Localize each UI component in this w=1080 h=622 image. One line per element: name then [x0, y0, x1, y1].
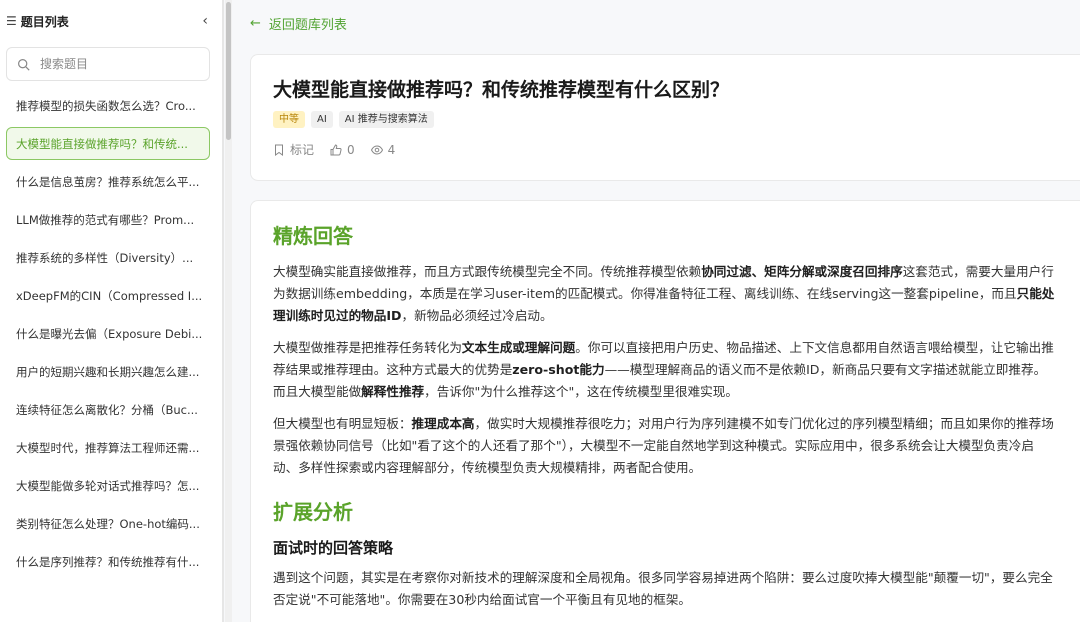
arrow-left-icon: ← [250, 16, 261, 31]
list-item[interactable]: 类别特征怎么处理？One-hot编码... [6, 507, 210, 540]
view-count-display: 4 [370, 142, 396, 157]
answer-paragraph: 大模型确实能直接做推荐，而且方式跟传统模型完全不同。传统推荐模型依赖协同过滤、矩… [273, 261, 1058, 327]
difficulty-tag: 中等 [273, 111, 305, 128]
scrollbar-thumb[interactable] [226, 2, 231, 140]
list-item[interactable]: 什么是信息茧房？推荐系统怎么平... [6, 165, 210, 198]
category-tag: AI 推荐与搜索算法 [338, 111, 434, 128]
bookmark-label: 标记 [290, 143, 315, 157]
back-label: 返回题库列表 [268, 18, 347, 33]
list-item-active[interactable]: 大模型能直接做推荐吗？和传统... [6, 127, 210, 160]
view-count: 4 [387, 142, 396, 157]
bookmark-icon [275, 144, 283, 156]
bold-text: zero-shot能力 [512, 362, 605, 377]
list-item[interactable]: xDeepFM的CIN（Compressed I... [6, 279, 210, 312]
question-meta: 标记 0 4 [273, 141, 1067, 158]
subsection-title: 面试时的回答策略 [273, 539, 394, 557]
question-header-card: 大模型能直接做推荐吗？和传统推荐模型有什么区别？ 中等 AI AI 推荐与搜索算… [250, 54, 1080, 181]
list-icon: ☰ [6, 14, 17, 28]
thumbs-up-icon [330, 143, 342, 155]
category-tag: AI [311, 111, 333, 128]
sidebar: ☰ 题目列表 ‹ 推荐模型的损失函数怎么选？Cro... 大模型能直接做推荐吗？… [0, 0, 222, 622]
bold-text: 协同过滤、矩阵分解或深度召回排序 [701, 264, 903, 279]
search-box[interactable] [6, 47, 210, 81]
list-item[interactable]: 推荐模型的损失函数怎么选？Cro... [6, 89, 210, 122]
text: 大模型确实能直接做推荐，而且方式跟传统模型完全不同。传统推荐模型依赖 [273, 264, 702, 279]
search-icon [18, 58, 30, 71]
list-item[interactable]: 大模型时代，推荐算法工程师还需... [6, 431, 210, 464]
section-title-extended-analysis: 扩展分析 [273, 500, 353, 524]
question-title: 大模型能直接做推荐吗？和传统推荐模型有什么区别？ [273, 79, 730, 101]
text: 但大模型也有明显短板： [273, 416, 412, 431]
bold-text: 推理成本高 [411, 416, 475, 431]
tag-list: 中等 AI AI 推荐与搜索算法 [273, 111, 1067, 128]
list-item[interactable]: 什么是曝光去偏（Exposure Debi... [6, 317, 210, 350]
sidebar-divider[interactable] [222, 0, 224, 622]
bold-text: 文本生成或理解问题 [461, 340, 576, 355]
list-item[interactable]: LLM做推荐的范式有哪些？Prom... [6, 203, 210, 236]
text: ，告诉你"为什么推荐这个"，这在传统模型里很难实现。 [424, 384, 738, 399]
answer-paragraph: 但大模型也有明显短板：推理成本高，做实时大规模推荐很吃力；对用户行为序列建模不如… [273, 413, 1058, 479]
question-list: 推荐模型的损失函数怎么选？Cro... 大模型能直接做推荐吗？和传统... 什么… [0, 89, 222, 578]
text: ，新物品必须经过冷启动。 [401, 308, 553, 323]
like-count: 0 [347, 142, 355, 157]
text: 大模型做推荐是把推荐任务转化为 [273, 340, 462, 355]
list-item[interactable]: 大模型能做多轮对话式推荐吗？怎... [6, 469, 210, 502]
like-button[interactable]: 0 [330, 143, 355, 157]
back-link[interactable]: ← 返回题库列表 [250, 14, 347, 33]
bookmark-button[interactable]: 标记 [273, 141, 314, 158]
scrollbar[interactable] [225, 0, 232, 622]
sidebar-title: 题目列表 [20, 14, 69, 29]
section-title-refined-answer: 精炼回答 [273, 224, 353, 248]
chevron-left-icon[interactable]: ‹ [196, 13, 214, 29]
bold-text: 解释性推荐 [361, 384, 425, 399]
answer-card: 精炼回答 大模型确实能直接做推荐，而且方式跟传统模型完全不同。传统推荐模型依赖协… [250, 200, 1080, 622]
list-item[interactable]: 连续特征怎么离散化？分桶（Buc... [6, 393, 210, 426]
answer-paragraph: 遇到这个问题，其实是在考察你对新技术的理解深度和全局视角。很多同学容易掉进两个陷… [273, 570, 1053, 607]
list-item[interactable]: 推荐系统的多样性（Diversity）... [6, 241, 210, 274]
eye-icon [370, 144, 383, 155]
list-item[interactable]: 用户的短期兴趣和长期兴趣怎么建... [6, 355, 210, 388]
answer-paragraph: 大模型做推荐是把推荐任务转化为文本生成或理解问题。你可以直接把用户历史、物品描述… [273, 337, 1058, 403]
sidebar-header: ☰ 题目列表 ‹ [0, 0, 222, 42]
main-content: ← 返回题库列表 大模型能直接做推荐吗？和传统推荐模型有什么区别？ 中等 AI … [250, 0, 1080, 622]
list-item[interactable]: 什么是序列推荐？和传统推荐有什... [6, 545, 210, 578]
search-input[interactable] [40, 57, 190, 71]
